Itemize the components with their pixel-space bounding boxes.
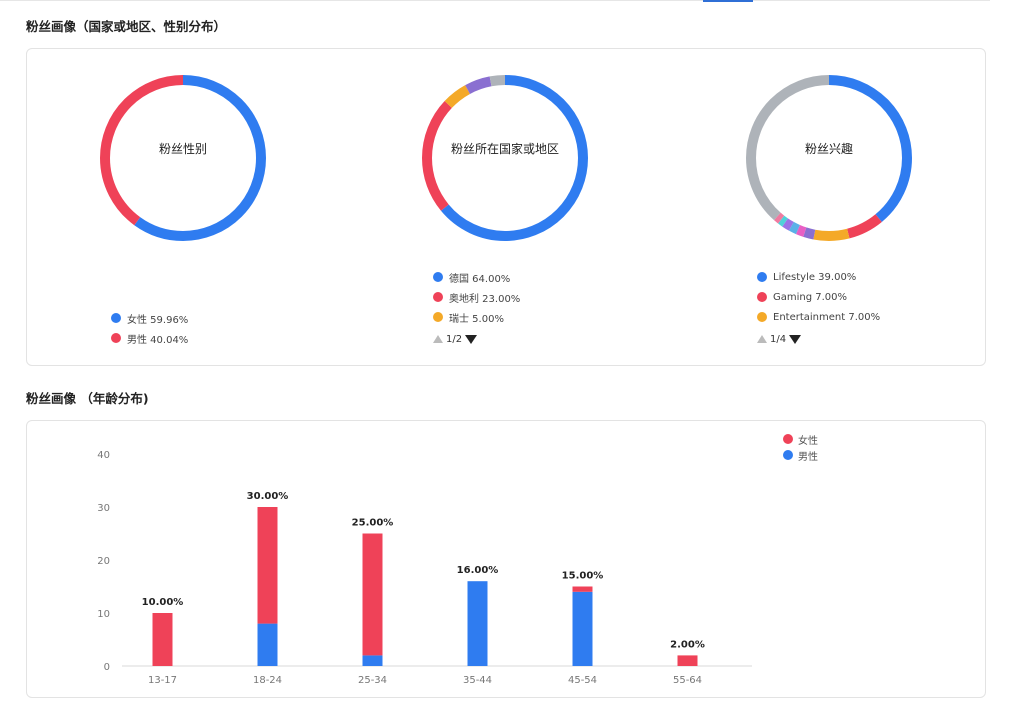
bar-segment[interactable] [572, 591, 593, 666]
legend-label: 女性 [798, 435, 818, 447]
legend-dot [783, 450, 793, 460]
bar-segment[interactable] [362, 533, 383, 656]
legend-item[interactable]: 女性 [783, 431, 818, 447]
age-bar-chart: 0 10 20 30 40 10.00% 13-17 30.00% 18-24 25.00% 25-… [97, 450, 752, 686]
bar-total-label: 2.00% [670, 639, 705, 650]
legend-item[interactable]: 男性 [783, 447, 818, 463]
bar-total-label: 10.00% [142, 597, 184, 608]
bar-segment[interactable] [152, 613, 173, 666]
y-tick-label: 20 [97, 556, 110, 567]
x-tick-label: 18-24 [253, 675, 282, 686]
y-tick-label: 10 [97, 609, 110, 620]
bar-segment[interactable] [257, 507, 278, 624]
legend-label: 男性 [798, 451, 818, 463]
bar-total-label: 30.00% [247, 491, 289, 502]
age-chart-legend: 女性 男性 [783, 431, 818, 463]
legend-dot [783, 434, 793, 444]
bar-total-label: 25.00% [352, 518, 394, 529]
bar-total-label: 16.00% [457, 565, 499, 576]
bar-total-label: 15.00% [562, 571, 604, 582]
bar-segment[interactable] [572, 586, 593, 592]
x-tick-label: 35-44 [463, 675, 492, 686]
y-tick-label: 30 [97, 503, 110, 514]
y-tick-label: 40 [97, 450, 110, 461]
x-tick-label: 45-54 [568, 675, 597, 686]
bar-segment[interactable] [467, 581, 488, 666]
bar-segment[interactable] [362, 655, 383, 666]
x-tick-label: 13-17 [148, 675, 177, 686]
y-tick-label: 0 [104, 662, 110, 673]
x-tick-label: 55-64 [673, 675, 702, 686]
bar-segment[interactable] [257, 623, 278, 666]
x-tick-label: 25-34 [358, 675, 387, 686]
bar-segment[interactable] [677, 655, 698, 666]
